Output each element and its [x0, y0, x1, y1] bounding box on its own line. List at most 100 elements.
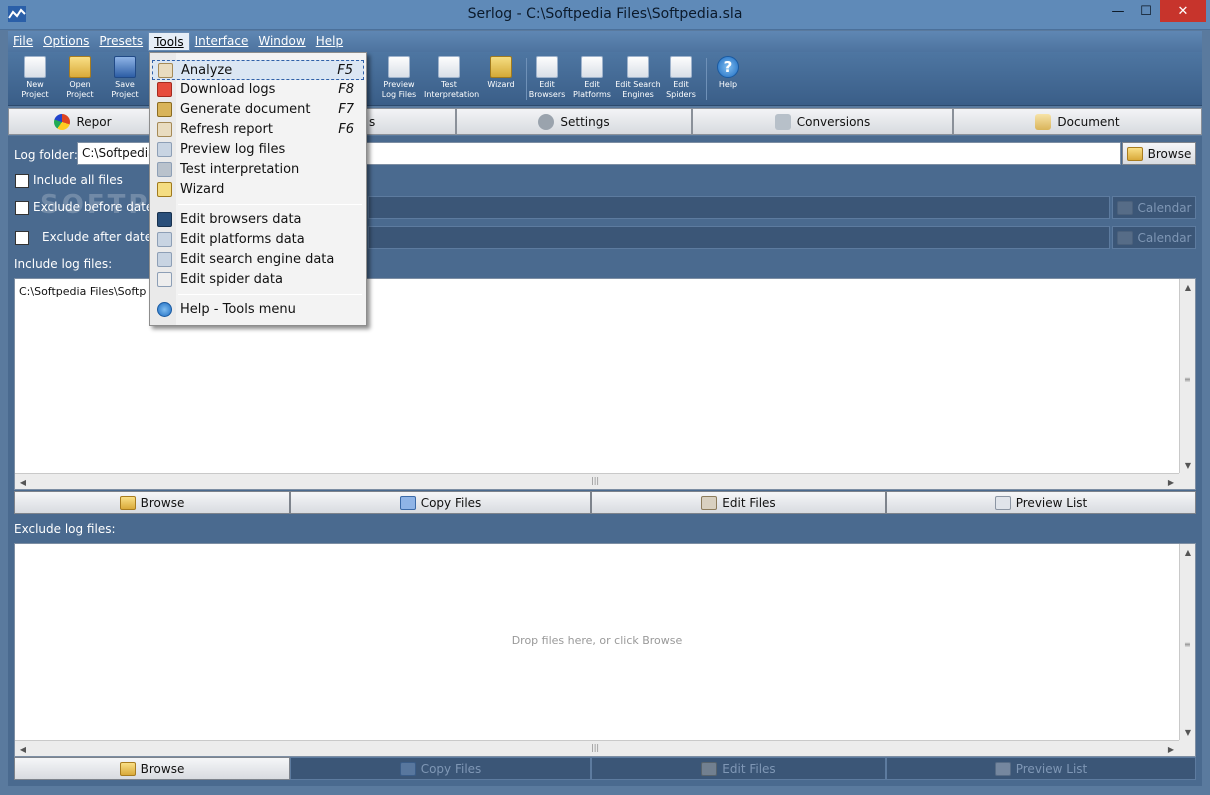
button-label: Browse [140, 495, 185, 510]
menu-item-refresh-report[interactable]: Refresh report F6 [152, 120, 364, 140]
vertical-scrollbar[interactable]: ▲ ≡ ▼ [1179, 544, 1195, 740]
search-engine-icon [627, 56, 649, 78]
menu-window[interactable]: Window [253, 32, 310, 51]
calendar-after-button[interactable]: Calendar [1112, 226, 1196, 249]
wizard-icon [490, 56, 512, 78]
menu-item-label: Help - Tools menu [180, 302, 296, 317]
menu-item-download-logs[interactable]: Download logs F8 [152, 80, 364, 100]
menu-item-edit-browsers[interactable]: Edit browsers data [152, 210, 364, 230]
menu-item-shortcut: F7 [338, 102, 354, 117]
include-preview-list-button[interactable]: Preview List [886, 491, 1196, 514]
edit-browsers-button[interactable]: Edit Browsers [526, 54, 568, 104]
exclude-browse-button[interactable]: Browse [14, 757, 290, 780]
menu-item-analyze[interactable]: Analyze F5 [152, 60, 364, 80]
scroll-down-icon[interactable]: ▼ [1180, 724, 1196, 740]
scroll-up-icon[interactable]: ▲ [1180, 279, 1196, 295]
tab-conversions[interactable]: Conversions [692, 108, 953, 135]
tab-document[interactable]: Document [953, 108, 1202, 135]
download-icon [157, 82, 172, 97]
help-button[interactable]: ? Help [707, 54, 749, 104]
button-label: Browse [1147, 146, 1192, 161]
scroll-right-icon[interactable]: ▶ [1163, 474, 1179, 490]
window-title: Serlog - C:\Softpedia Files\Softpedia.sl… [467, 6, 743, 22]
button-label: Copy Files [420, 761, 482, 776]
vertical-scrollbar[interactable]: ▲ ≡ ▼ [1179, 279, 1195, 473]
tab-label: s [369, 114, 376, 129]
edit-platforms-button[interactable]: Edit Platforms [571, 54, 613, 104]
preview-icon [388, 56, 410, 78]
pie-chart-icon [54, 113, 71, 130]
copy-files-icon [399, 761, 416, 776]
new-project-icon [24, 56, 46, 78]
maximize-button[interactable]: ☐ [1132, 0, 1160, 22]
preview-log-files-button[interactable]: Preview Log Files [378, 54, 420, 104]
scroll-left-icon[interactable]: ◀ [15, 474, 31, 490]
include-log-files-label: Include log files: [14, 257, 113, 271]
spider-icon [157, 272, 172, 287]
tab-settings[interactable]: Settings [456, 108, 692, 135]
include-edit-files-button[interactable]: Edit Files [591, 491, 886, 514]
toolbar-label: Edit Search Engines [615, 80, 661, 99]
scroll-up-icon[interactable]: ▲ [1180, 544, 1196, 560]
exclude-copy-files-button[interactable]: Copy Files [290, 757, 591, 780]
wizard-icon [157, 182, 172, 197]
browser-icon [157, 212, 172, 227]
new-project-button[interactable]: New Project [14, 54, 56, 104]
exclude-files-list[interactable]: Drop files here, or click Browse ▲ ≡ ▼ ◀… [14, 543, 1196, 757]
menu-item-help-tools[interactable]: Help - Tools menu [152, 300, 364, 320]
menu-help[interactable]: Help [311, 32, 348, 51]
menu-options[interactable]: Options [38, 32, 94, 51]
open-project-button[interactable]: Open Project [59, 54, 101, 104]
tab-label: Document [1057, 114, 1120, 129]
exclude-edit-files-button[interactable]: Edit Files [591, 757, 886, 780]
menu-presets[interactable]: Presets [94, 32, 148, 51]
toolbar-label: Wizard [487, 80, 515, 89]
tab-report[interactable]: Repor [8, 108, 158, 135]
edit-spiders-button[interactable]: Edit Spiders [660, 54, 702, 104]
drop-hint: Drop files here, or click Browse [511, 634, 683, 647]
toolbar-label: New Project [21, 80, 49, 99]
menu-tools[interactable]: Tools [148, 32, 190, 51]
menu-file[interactable]: File [8, 32, 38, 51]
edit-files-icon [701, 495, 718, 510]
exclude-preview-list-button[interactable]: Preview List [886, 757, 1196, 780]
include-all-files-checkbox[interactable] [15, 174, 29, 188]
wizard-button[interactable]: Wizard [480, 54, 522, 104]
test-interpretation-button[interactable]: Test Interpretation [424, 54, 480, 104]
scroll-down-icon[interactable]: ▼ [1180, 457, 1196, 473]
menu-item-edit-search-engines[interactable]: Edit search engine data [152, 250, 364, 270]
exclude-log-files-label: Exclude log files: [14, 522, 116, 536]
menu-item-test-interpretation[interactable]: Test interpretation [152, 160, 364, 180]
list-item[interactable]: C:\Softpedia Files\Softp [19, 285, 146, 298]
log-folder-browse-button[interactable]: Browse [1122, 142, 1196, 165]
menu-item-generate-document[interactable]: Generate document F7 [152, 100, 364, 120]
menu-interface[interactable]: Interface [190, 32, 254, 51]
exclude-before-date-checkbox[interactable] [15, 201, 29, 215]
scroll-left-icon[interactable]: ◀ [15, 741, 31, 757]
include-browse-button[interactable]: Browse [14, 491, 290, 514]
menu-item-shortcut: F8 [338, 82, 354, 97]
include-copy-files-button[interactable]: Copy Files [290, 491, 591, 514]
horizontal-scrollbar[interactable]: ◀ ||| ▶ [15, 473, 1179, 489]
exclude-after-date-input[interactable] [368, 226, 1110, 249]
menu-item-preview-log-files[interactable]: Preview log files [152, 140, 364, 160]
exclude-before-date-input[interactable] [368, 196, 1110, 219]
menu-item-edit-spiders[interactable]: Edit spider data [152, 270, 364, 290]
exclude-after-date-checkbox[interactable] [15, 231, 29, 245]
save-project-button[interactable]: Save Project [104, 54, 146, 104]
edit-search-engines-button[interactable]: Edit Search Engines [614, 54, 662, 104]
scroll-right-icon[interactable]: ▶ [1163, 741, 1179, 757]
horizontal-scrollbar[interactable]: ◀ ||| ▶ [15, 740, 1179, 756]
menu-item-wizard[interactable]: Wizard [152, 180, 364, 200]
close-button[interactable]: ✕ [1160, 0, 1206, 22]
toolbar-label: Edit Browsers [528, 80, 566, 99]
menu-item-edit-platforms[interactable]: Edit platforms data [152, 230, 364, 250]
tab-label: Conversions [796, 114, 871, 129]
calendar-before-button[interactable]: Calendar [1112, 196, 1196, 219]
preview-list-icon [994, 495, 1011, 510]
minimize-button[interactable]: — [1104, 0, 1132, 22]
scroll-grip-icon: ≡ [1184, 375, 1191, 384]
browser-icon [536, 56, 558, 78]
toolbar-label: Test Interpretation [424, 80, 480, 99]
folder-icon [1126, 146, 1143, 161]
